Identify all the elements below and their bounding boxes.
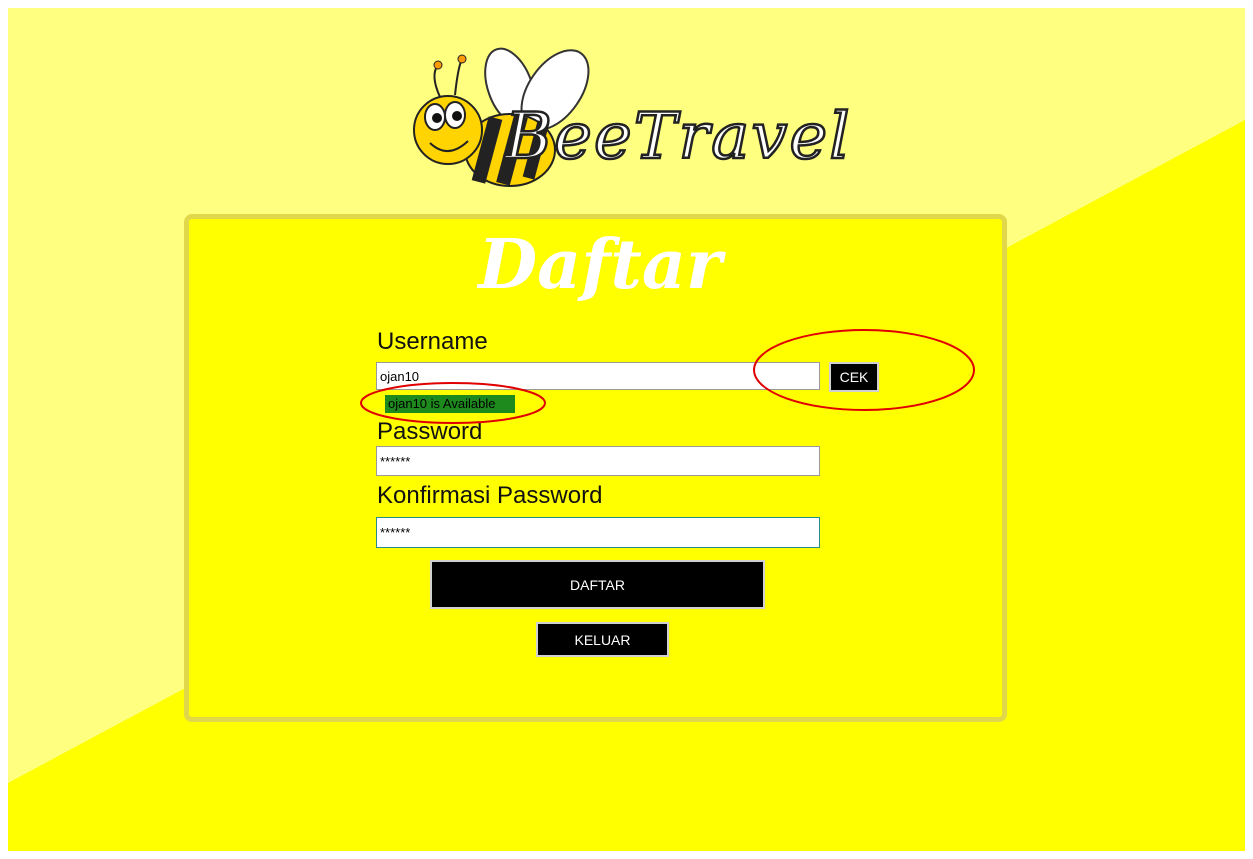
exit-button[interactable]: KELUAR — [536, 622, 669, 657]
bee-logo: BeeTravel — [400, 45, 851, 195]
page-title: Daftar — [478, 225, 722, 305]
password-input[interactable] — [376, 446, 820, 476]
confirm-password-label: Konfirmasi Password — [377, 482, 603, 509]
confirm-password-input[interactable] — [376, 517, 820, 548]
username-label: Username — [377, 328, 488, 355]
logo-wordmark: BeeTravel — [504, 99, 852, 176]
availability-status: ojan10 is Available — [385, 395, 515, 413]
check-username-button[interactable]: CEK — [829, 362, 879, 392]
username-input[interactable] — [376, 362, 820, 390]
register-button[interactable]: DAFTAR — [430, 560, 765, 609]
password-label: Password — [377, 418, 483, 445]
